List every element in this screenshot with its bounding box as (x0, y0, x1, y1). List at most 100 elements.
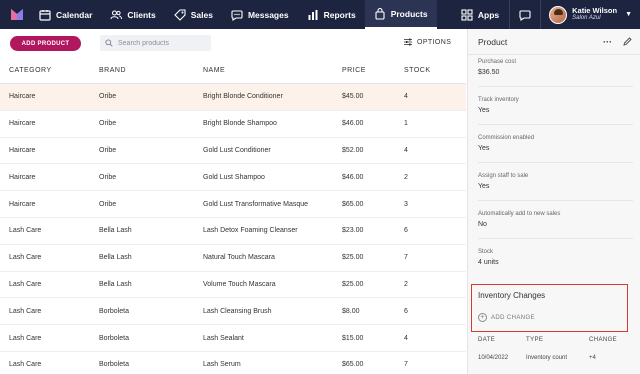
calendar-icon (39, 9, 51, 21)
cell-name: Lash Serum (203, 361, 241, 369)
changes-header-date: DATE (478, 337, 496, 343)
add-product-button[interactable]: ADD PRODUCT (10, 36, 81, 51)
nav-products[interactable]: Products (364, 0, 437, 29)
cell-stock: 3 (404, 200, 408, 208)
search-box[interactable] (100, 35, 211, 51)
table-row[interactable]: Haircare Oribe Bright Blonde Shampoo $46… (0, 111, 466, 138)
cell-brand: Borboleta (99, 361, 129, 369)
table-header: CATEGORY BRAND NAME PRICE STOCK (0, 57, 466, 84)
more-options-icon[interactable]: ··· (603, 37, 612, 46)
field-value: No (478, 221, 487, 228)
cell-price: $25.00 (342, 254, 364, 262)
message-icon (231, 9, 243, 21)
cell-brand: Bella Lash (99, 254, 132, 262)
cell-stock: 6 (404, 307, 408, 315)
header-category[interactable]: CATEGORY (9, 67, 52, 74)
cell-brand: Oribe (99, 146, 117, 154)
cell-price: $8.00 (342, 307, 360, 315)
nav-clients[interactable]: Clients (101, 0, 164, 29)
nav-reports-label: Reports (323, 9, 356, 20)
table-row[interactable]: Haircare Oribe Gold Lust Transformative … (0, 191, 466, 218)
products-icon (375, 7, 385, 20)
add-change-button[interactable]: + ADD CHANGE (478, 313, 535, 322)
cell-category: Haircare (9, 146, 36, 154)
table-row[interactable]: Haircare Oribe Bright Blonde Conditioner… (0, 84, 466, 111)
header-price[interactable]: PRICE (342, 67, 366, 74)
app-logo[interactable] (4, 0, 30, 29)
field-value: 4 units (478, 259, 499, 266)
cell-name: Volume Touch Mascara (203, 280, 276, 288)
nav-calendar[interactable]: Calendar (30, 0, 101, 29)
top-nav: Calendar Clients Sales Messages Reports … (0, 0, 640, 29)
nav-messages[interactable]: Messages (222, 0, 298, 29)
cell-name: Bright Blonde Conditioner (203, 93, 283, 101)
cell-name: Lash Cleansing Brush (203, 307, 272, 315)
change-date: 10/04/2022 (478, 355, 509, 361)
cell-brand: Bella Lash (99, 227, 132, 235)
avatar (549, 5, 568, 24)
panel-title: Product (478, 36, 508, 47)
cell-category: Lash Care (9, 280, 42, 288)
clients-icon (110, 9, 123, 19)
table-row[interactable]: Lash Care Borboleta Lash Serum $65.00 7 (0, 352, 466, 374)
field-label: Track inventory (478, 97, 519, 103)
table-row[interactable]: Haircare Oribe Gold Lust Shampoo $46.00 … (0, 164, 466, 192)
bar-chart-icon (308, 9, 318, 20)
cell-category: Haircare (9, 200, 36, 208)
table-row[interactable]: Lash Care Borboleta Lash Cleansing Brush… (0, 298, 466, 326)
user-menu[interactable]: Katie Wilson Salon Azul ▼ (541, 0, 640, 29)
header-name[interactable]: NAME (203, 67, 225, 74)
cell-stock: 1 (404, 120, 408, 128)
tag-icon (173, 8, 186, 21)
cell-stock: 4 (404, 146, 408, 154)
field-label: Purchase cost (478, 59, 517, 65)
table-row[interactable]: Haircare Oribe Gold Lust Conditioner $52… (0, 138, 466, 165)
cell-price: $46.00 (342, 120, 364, 128)
header-brand[interactable]: BRAND (99, 67, 126, 74)
cell-brand: Oribe (99, 200, 117, 208)
header-stock[interactable]: STOCK (404, 67, 431, 74)
field-stock: Stock 4 units (478, 249, 499, 266)
cell-brand: Oribe (99, 173, 117, 181)
cell-price: $45.00 (342, 93, 364, 101)
table-row[interactable]: Lash Care Bella Lash Natural Touch Masca… (0, 245, 466, 272)
options-button[interactable]: OPTIONS (404, 38, 451, 46)
field-commission-enabled: Commission enabled Yes (478, 135, 534, 152)
field-label: Assign staff to sale (478, 173, 529, 179)
cell-name: Bright Blonde Shampoo (203, 120, 277, 128)
cell-stock: 4 (404, 334, 408, 342)
edit-pencil-icon[interactable] (623, 37, 632, 46)
chat-button[interactable] (510, 0, 540, 29)
nav-messages-label: Messages (247, 9, 289, 20)
cell-category: Haircare (9, 173, 36, 181)
cell-price: $46.00 (342, 173, 364, 181)
cell-stock: 2 (404, 280, 408, 288)
apps-button[interactable]: Apps (451, 0, 509, 29)
table-row[interactable]: Lash Care Bella Lash Lash Detox Foaming … (0, 218, 466, 245)
cell-brand: Borboleta (99, 307, 129, 315)
nav-reports[interactable]: Reports (298, 0, 365, 29)
cell-price: $65.00 (342, 200, 364, 208)
cell-category: Haircare (9, 93, 36, 101)
cell-price: $15.00 (342, 334, 364, 342)
search-input[interactable] (118, 39, 208, 47)
field-assign-staff: Assign staff to sale Yes (478, 173, 528, 190)
cell-stock: 6 (404, 227, 408, 235)
cell-price: $23.00 (342, 227, 364, 235)
table-row[interactable]: Lash Care Bella Lash Volume Touch Mascar… (0, 272, 466, 299)
plus-circle-icon: + (478, 313, 487, 322)
divider (478, 238, 633, 239)
sliders-icon (404, 38, 412, 46)
cell-brand: Oribe (99, 120, 117, 128)
field-value: Yes (478, 183, 490, 190)
user-name: Katie Wilson (572, 6, 618, 16)
table-row[interactable]: Lash Care Borboleta Lash Sealant $15.00 … (0, 325, 466, 352)
nav-sales[interactable]: Sales (165, 0, 222, 29)
cell-price: $25.00 (342, 280, 364, 288)
cell-category: Lash Care (9, 307, 42, 315)
field-auto-add: Automatically add to new sales No (478, 211, 560, 228)
cell-name: Gold Lust Conditioner (203, 146, 271, 154)
change-type: Inventory count (526, 355, 568, 361)
product-detail-panel: Product ··· Purchase cost $36.50 Track i… (467, 29, 640, 374)
divider (478, 124, 633, 125)
